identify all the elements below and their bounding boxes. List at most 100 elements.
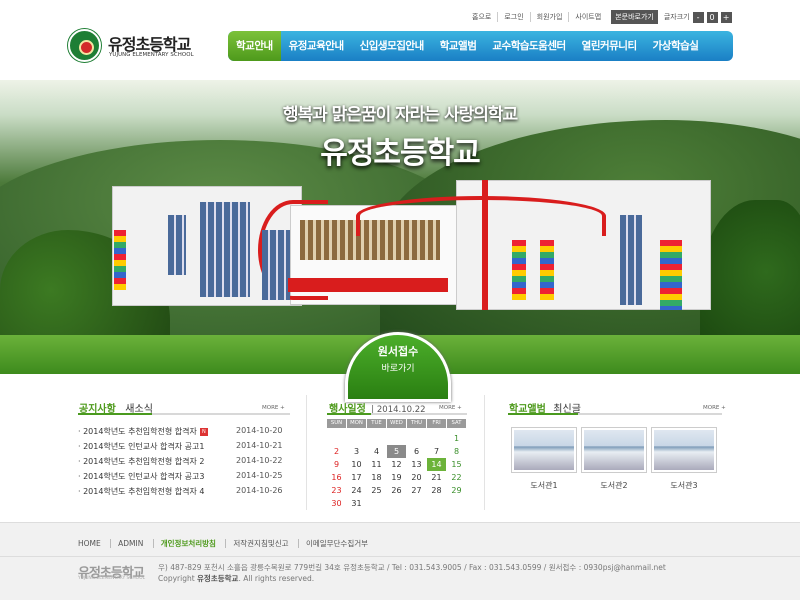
hero-banner: 행복과 맑은꿈이 자라는 사랑의학교 유정초등학교 bbox=[0, 80, 800, 374]
calendar-day[interactable]: 28 bbox=[427, 484, 446, 497]
utility-bar: 홈으로 로그인 회원가입 사이트맵 본문바로가기 글자크기 - 0 + bbox=[466, 10, 732, 24]
nav-education[interactable]: 유정교육안내 bbox=[281, 31, 352, 61]
calendar-day[interactable]: 31 bbox=[347, 497, 366, 510]
window-block bbox=[620, 215, 642, 305]
apply-sub: 바로가기 bbox=[381, 364, 415, 374]
font-decrease-button[interactable]: - bbox=[692, 11, 704, 23]
calendar-day[interactable]: 29 bbox=[447, 484, 466, 497]
copyright-school: 유정초등학교 bbox=[197, 574, 239, 583]
calendar-day[interactable]: 1 bbox=[447, 432, 466, 445]
copyright-suffix: . All rights reserved. bbox=[238, 574, 315, 583]
footer-privacy-link[interactable]: 개인정보처리방침 bbox=[152, 539, 223, 548]
library-photo bbox=[654, 430, 714, 470]
window-block bbox=[200, 202, 250, 297]
album-thumb[interactable] bbox=[581, 427, 647, 473]
calendar-day[interactable]: 26 bbox=[387, 484, 406, 497]
nav-learning-center[interactable]: 교수학습도움센터 bbox=[484, 31, 573, 61]
school-emblem-icon bbox=[68, 29, 101, 62]
album-caption[interactable]: 도서관3 bbox=[651, 480, 717, 491]
red-roof-arch bbox=[356, 196, 606, 236]
footer bbox=[0, 522, 800, 600]
home-link[interactable]: 홈으로 bbox=[466, 12, 497, 22]
footer-admin-link[interactable]: ADMIN bbox=[110, 539, 151, 548]
sitemap-link[interactable]: 사이트맵 bbox=[568, 12, 607, 22]
logo-english: YUJUNG ELEMENTARY SCHOOL bbox=[109, 52, 194, 58]
colored-windows bbox=[540, 240, 554, 300]
notice-date: 2014-10-22 bbox=[236, 456, 283, 465]
calendar-day[interactable]: 9 bbox=[327, 458, 346, 471]
calendar-header: SUN MON TUE WED THU FRI SAT bbox=[327, 419, 467, 428]
window-block bbox=[262, 230, 290, 300]
list-item[interactable]: · 2014학년도 추천입학전형 합격자 4 2014-10-26 bbox=[78, 486, 288, 504]
notice-date: 2014-10-20 bbox=[236, 426, 283, 435]
schedule-more-link[interactable]: MORE + bbox=[439, 405, 462, 411]
album-thumb[interactable] bbox=[511, 427, 577, 473]
calendar-day[interactable]: 16 bbox=[327, 471, 346, 484]
site-logo[interactable]: 유정초등학교 YUJUNG ELEMENTARY SCHOOL bbox=[68, 29, 203, 63]
calendar-day[interactable]: 30 bbox=[327, 497, 346, 510]
calendar-day[interactable]: 18 bbox=[367, 471, 386, 484]
footer-nav: HOME ADMIN 개인정보처리방침 저작권지침및신고 이메일무단수집거부 bbox=[78, 538, 376, 549]
album-caption[interactable]: 도서관1 bbox=[511, 480, 577, 491]
album-thumb[interactable] bbox=[651, 427, 717, 473]
day-sun: SUN bbox=[327, 419, 346, 428]
calendar-day[interactable]: 4 bbox=[367, 445, 386, 458]
calendar-day[interactable]: 25 bbox=[367, 484, 386, 497]
footer-copyright-link[interactable]: 저작권지침및신고 bbox=[225, 539, 296, 548]
day-sat: SAT bbox=[447, 419, 466, 428]
nav-album[interactable]: 학교앨범 bbox=[432, 31, 485, 61]
calendar-day[interactable]: 21 bbox=[427, 471, 446, 484]
calendar-day[interactable]: 15 bbox=[447, 458, 466, 471]
notice-title: 2014학년도 추천입학전형 합격자 bbox=[83, 427, 197, 436]
schedule-title-line bbox=[327, 413, 467, 415]
font-increase-button[interactable]: + bbox=[720, 11, 732, 23]
notice-title: 2014학년도 추천입학전형 합격자 2 bbox=[83, 457, 205, 466]
notice-more-link[interactable]: MORE + bbox=[262, 405, 285, 411]
calendar-day[interactable]: 7 bbox=[427, 445, 446, 458]
footer-separator bbox=[0, 556, 800, 557]
notice-date: 2014-10-21 bbox=[236, 441, 283, 450]
calendar-day[interactable]: 17 bbox=[347, 471, 366, 484]
calendar-day[interactable]: 19 bbox=[387, 471, 406, 484]
font-reset-button[interactable]: 0 bbox=[706, 11, 718, 23]
apply-button[interactable]: 원서접수 바로가기 bbox=[345, 332, 451, 402]
nav-virtual-class[interactable]: 가상학습실 bbox=[645, 31, 707, 61]
day-thu: THU bbox=[407, 419, 426, 428]
calendar-day[interactable]: 24 bbox=[347, 484, 366, 497]
join-link[interactable]: 회원가입 bbox=[529, 12, 569, 22]
calendar-day[interactable]: 2 bbox=[327, 445, 346, 458]
calendar-day[interactable]: 27 bbox=[407, 484, 426, 497]
calendar-day[interactable]: 22 bbox=[447, 471, 466, 484]
calendar-day[interactable]: 23 bbox=[327, 484, 346, 497]
calendar-day[interactable]: 12 bbox=[387, 458, 406, 471]
calendar-day[interactable]: 10 bbox=[347, 458, 366, 471]
nav-community[interactable]: 열린커뮤니티 bbox=[574, 31, 645, 61]
calendar-day[interactable]: 13 bbox=[407, 458, 426, 471]
login-link[interactable]: 로그인 bbox=[497, 12, 529, 22]
footer-home-link[interactable]: HOME bbox=[78, 539, 108, 548]
nav-school-info[interactable]: 학교안내 bbox=[228, 31, 281, 61]
notice-date: 2014-10-25 bbox=[236, 471, 283, 480]
day-fri: FRI bbox=[427, 419, 446, 428]
footer-email-link[interactable]: 이메일무단수집거부 bbox=[297, 539, 376, 548]
skip-to-content-button[interactable]: 본문바로가기 bbox=[611, 10, 658, 24]
window-block bbox=[168, 215, 186, 275]
new-badge: N bbox=[199, 427, 208, 436]
calendar-day[interactable]: 14 bbox=[427, 458, 446, 471]
calendar-day[interactable]: 3 bbox=[347, 445, 366, 458]
footer-copyright: Copyright 유정초등학교. All rights reserved. bbox=[158, 573, 314, 584]
calendar-day[interactable]: 6 bbox=[407, 445, 426, 458]
colored-windows bbox=[114, 230, 126, 290]
day-mon: MON bbox=[347, 419, 366, 428]
calendar-day[interactable]: 5 bbox=[387, 445, 406, 458]
album-more-link[interactable]: MORE + bbox=[703, 405, 726, 411]
album-caption[interactable]: 도서관2 bbox=[581, 480, 647, 491]
notice-title-line bbox=[78, 413, 290, 415]
divider bbox=[484, 395, 485, 510]
calendar-day[interactable]: 8 bbox=[447, 445, 466, 458]
notice-title: 2014학년도 추천입학전형 합격자 4 bbox=[83, 487, 205, 496]
calendar-day[interactable]: 11 bbox=[367, 458, 386, 471]
nav-admission[interactable]: 신입생모집안내 bbox=[352, 31, 432, 61]
calendar-day[interactable]: 20 bbox=[407, 471, 426, 484]
copyright-prefix: Copyright bbox=[158, 574, 198, 583]
